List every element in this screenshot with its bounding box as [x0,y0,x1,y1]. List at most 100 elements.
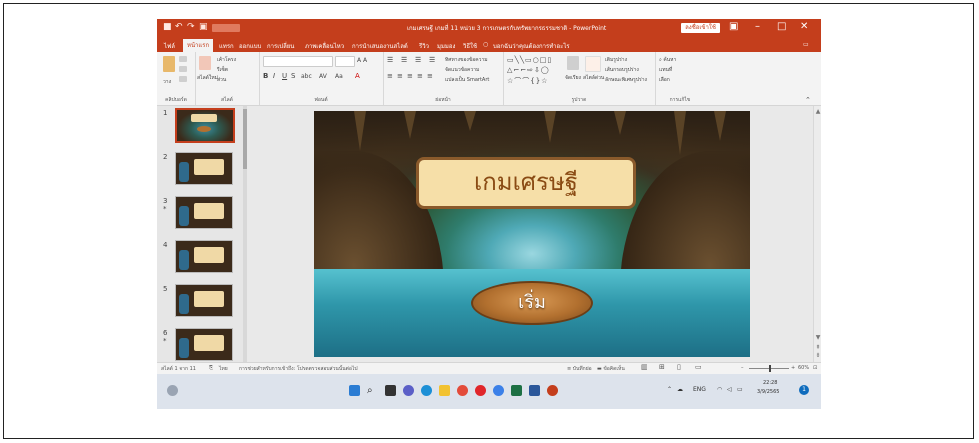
bold-icon[interactable]: B [263,72,268,80]
bullets-icon[interactable]: ☰ [387,56,393,64]
zoom-in-icon[interactable]: + [791,365,795,371]
char-spacing-icon[interactable]: AV [319,73,327,80]
align-left-icon[interactable]: ≡ [387,72,393,80]
chat-icon[interactable] [403,385,414,396]
notification-badge[interactable]: 1 [799,385,809,395]
slide-sorter-icon[interactable]: ⊞ [659,363,665,371]
tab-transitions[interactable]: การเปลี่ยน [267,41,294,51]
reading-view-icon[interactable]: ▯ [677,363,681,371]
quick-styles-button[interactable]: สไตล์ด่วน [583,74,604,82]
tray-expand-icon[interactable]: ⌃ [667,386,672,393]
slide-scrollbar[interactable]: ▲ ▼ ⇞ ⇟ [813,106,821,362]
slide-thumbnail-1[interactable] [175,108,235,143]
font-size-dropdown[interactable] [335,56,355,67]
new-slide-icon[interactable] [199,56,211,70]
italic-icon[interactable]: I [273,72,275,80]
shape-outline-button[interactable]: เส้นกรอบรูปร่าง [605,66,639,74]
font-size-grow-icon[interactable]: A A [357,57,367,64]
slide-thumbnail-3[interactable] [175,196,233,229]
normal-view-icon[interactable]: ▥ [641,363,648,371]
strikethrough-icon[interactable]: abc [301,73,312,80]
weather-icon[interactable] [167,385,178,396]
clock-time[interactable]: 22:28 [763,380,777,386]
copy-icon[interactable] [179,66,187,72]
tab-slideshow[interactable]: การนำเสนองานสไลด์ [352,41,408,51]
tab-file[interactable]: ไฟล์ [164,41,175,51]
scroll-up-icon[interactable]: ▲ [815,108,821,115]
zoom-level[interactable]: 60% [798,365,809,371]
smartart-button[interactable]: แปลงเป็น SmartArt [445,76,489,84]
shape-effects-button[interactable]: ลักษณะพิเศษรูปร่าง [605,76,647,84]
next-slide-icon[interactable]: ⇟ [815,352,821,359]
zoom-slider-knob[interactable] [769,365,771,372]
redo-icon[interactable]: ↷ [187,22,195,32]
change-case-icon[interactable]: Aa [335,73,343,80]
zoom-out-icon[interactable]: – [741,365,744,371]
start-button[interactable]: เริ่ม [471,281,593,325]
layout-button[interactable]: เค้าโครง [217,56,236,64]
find-button[interactable]: ⌕ ค้นหา [659,56,676,64]
file-explorer-icon[interactable] [439,385,450,396]
comments-button[interactable]: ▬ ข้อคิดเห็น [597,365,625,373]
accessibility-status[interactable]: การช่วยสำหรับการเข้าถึง: โปรดตรวจสอบส่วน… [239,365,358,373]
present-icon[interactable]: ▣ [199,22,208,32]
format-painter-icon[interactable] [179,76,187,82]
undo-icon[interactable]: ↶ [175,22,183,32]
game-title-banner[interactable]: เกมเศรษฐี [416,157,636,209]
line-spacing-icon[interactable]: ☰ [429,56,435,64]
shadow-icon[interactable]: S [291,72,295,80]
tab-animations[interactable]: ภาพเคลื่อนไหว [305,41,344,51]
slideshow-view-icon[interactable]: ▭ [695,363,702,371]
opera-icon[interactable] [475,385,486,396]
search-icon[interactable]: ⌕ [367,385,378,396]
sign-in-button[interactable]: ลงชื่อเข้าใช้ [681,23,720,33]
paste-icon[interactable] [163,56,175,72]
justify-icon[interactable]: ≡ [417,72,423,80]
battery-icon[interactable]: ▭ [737,386,743,393]
onedrive-icon[interactable]: ☁ [677,386,683,393]
cut-icon[interactable] [179,56,187,62]
reset-button[interactable]: รีเซ็ต [217,66,228,74]
scroll-down-icon[interactable]: ▼ [815,334,821,341]
shapes-gallery-row3[interactable]: ☆⌒⌒{}☆ [507,76,548,86]
align-center-icon[interactable]: ≡ [397,72,403,80]
prev-slide-icon[interactable]: ⇞ [815,344,821,351]
font-color-icon[interactable]: A [355,72,360,80]
spellcheck-icon[interactable]: ⎘ [209,365,213,371]
shape-fill-button[interactable]: เติมรูปร่าง [605,56,627,64]
task-view-icon[interactable] [385,385,396,396]
minimize-icon[interactable]: – [755,21,760,32]
section-button[interactable]: ส่วน [217,76,226,84]
maximize-icon[interactable]: □ [777,21,786,32]
columns-icon[interactable]: ≡ [427,72,433,80]
arrange-icon[interactable] [567,56,579,70]
language-indicator[interactable]: ไทย [219,365,228,373]
start-icon[interactable] [349,385,360,396]
slide-thumbnail-2[interactable] [175,152,233,185]
close-icon[interactable]: ✕ [800,21,808,32]
ribbon-display-icon[interactable]: ▣ [729,21,738,32]
powerpoint-icon[interactable] [547,385,558,396]
volume-icon[interactable]: ◁ [727,386,732,393]
edge-icon[interactable] [421,385,432,396]
fit-slide-icon[interactable]: ⊡ [813,365,817,371]
collapse-ribbon-icon[interactable]: ⌃ [805,96,811,104]
slide-thumbnail-4[interactable] [175,240,233,273]
tab-home[interactable]: หน้าแรก [183,39,214,52]
arrange-button[interactable]: จัดเรียง [565,74,581,82]
tab-insert[interactable]: แทรก [219,41,234,51]
tab-review[interactable]: รีวิว [419,41,429,51]
chrome-icon[interactable] [457,385,468,396]
excel-icon[interactable] [511,385,522,396]
language-tray[interactable]: ENG [693,386,706,393]
qa-dropdown[interactable] [212,24,240,32]
shapes-gallery-row2[interactable]: △⌐⌐⇨⇩◯ [507,66,550,74]
font-name-dropdown[interactable] [263,56,333,67]
underline-icon[interactable]: U [282,72,287,80]
text-direction-button[interactable]: ทิศทางของข้อความ [445,56,488,64]
word-icon[interactable] [529,385,540,396]
tell-me-search[interactable]: บอกฉันว่าคุณต้องการทำอะไร [493,41,570,51]
wifi-icon[interactable]: ◠ [717,386,722,393]
align-right-icon[interactable]: ≡ [407,72,413,80]
tab-view[interactable]: มุมมอง [437,41,455,51]
